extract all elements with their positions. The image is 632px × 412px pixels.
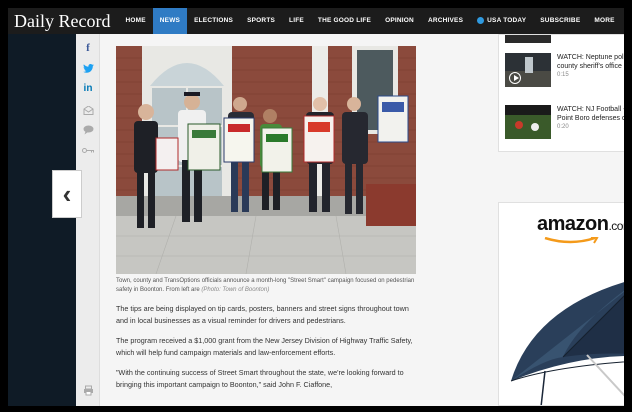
article-paragraph-3: "With the continuing success of Street S… <box>116 368 404 389</box>
article-paragraph-2: The program received a $1,000 grant from… <box>116 336 413 357</box>
site-logo[interactable]: Daily Record <box>8 8 118 34</box>
nav-usa-today[interactable]: USA TODAY <box>470 8 533 34</box>
top-navigation: Daily Record HOME NEWS ELECTIONS SPORTS … <box>8 8 624 34</box>
article-page: f in Town, county and TransOptions offic… <box>76 34 624 406</box>
usa-today-dot-icon <box>477 16 485 24</box>
article-body: Town, county and TransOptions officials … <box>116 46 418 391</box>
article-photo[interactable] <box>116 46 416 274</box>
photo-caption: Town, county and TransOptions officials … <box>116 277 416 295</box>
amazon-brand-text: amazon <box>537 213 609 235</box>
chevron-left-icon: ‹ <box>62 178 72 209</box>
nav-home[interactable]: HOME <box>118 8 152 34</box>
print-icon[interactable] <box>76 380 100 400</box>
amazon-logo: amazon.com <box>537 213 624 236</box>
amazon-brand-suffix: .com <box>608 219 624 233</box>
video-duration: 0:20 <box>557 124 569 130</box>
email-share-icon[interactable] <box>76 100 100 120</box>
video-list: WATCH: Neptune police and the county she… <box>498 34 624 152</box>
video-title[interactable]: WATCH: NJ Football - Monmouth, Point Bor… <box>557 105 624 132</box>
amazon-smile-icon <box>544 237 599 244</box>
article-paragraph-1: The tips are being displayed on tip card… <box>116 304 409 325</box>
facebook-share-icon[interactable]: f <box>76 38 100 58</box>
video-title[interactable]: WATCH: Neptune police and the county she… <box>557 53 624 80</box>
twitter-share-icon[interactable] <box>76 58 100 78</box>
umbrella-product-image[interactable] <box>505 263 624 406</box>
user-account-icon[interactable] <box>622 8 624 34</box>
video-item[interactable]: WATCH: Neptune police and the county she… <box>505 53 624 89</box>
nav-life[interactable]: LIFE <box>282 8 311 34</box>
video-title-text: WATCH: NJ Football - Monmouth, Point Bor… <box>557 106 624 122</box>
video-item[interactable]: WATCH: NJ Football - Monmouth, Point Bor… <box>505 105 624 141</box>
video-thumbnail[interactable] <box>505 53 551 87</box>
caption-credit: (Photo: Town of Boonton) <box>201 287 270 293</box>
nav-the-good-life[interactable]: THE GOOD LIFE <box>311 8 378 34</box>
nav-news[interactable]: NEWS <box>152 8 188 34</box>
key-icon[interactable] <box>76 140 100 160</box>
nav-archives[interactable]: ARCHIVES <box>421 8 470 34</box>
video-thumbnail-partial[interactable] <box>505 35 551 43</box>
browser-viewport: Daily Record HOME NEWS ELECTIONS SPORTS … <box>8 8 624 406</box>
play-icon[interactable] <box>509 72 521 84</box>
previous-slide-button[interactable]: ‹ <box>52 170 82 218</box>
nav-subscribe[interactable]: SUBSCRIBE <box>533 8 587 34</box>
nav-opinion[interactable]: OPINION <box>378 8 421 34</box>
nav-more[interactable]: MORE <box>587 8 621 34</box>
video-thumbnail[interactable] <box>505 105 551 139</box>
share-rail: f in <box>76 34 100 406</box>
video-title-text: WATCH: Neptune police and the county she… <box>557 54 624 70</box>
amazon-advertisement[interactable]: ▷✕ amazon.com <box>498 202 624 406</box>
nav-elections[interactable]: ELECTIONS <box>187 8 240 34</box>
nav-sports[interactable]: SPORTS <box>240 8 282 34</box>
comment-icon[interactable] <box>76 120 100 140</box>
video-duration: 0:15 <box>557 72 569 78</box>
linkedin-share-icon[interactable]: in <box>76 78 100 98</box>
nav-usa-today-label: USA TODAY <box>487 17 527 24</box>
